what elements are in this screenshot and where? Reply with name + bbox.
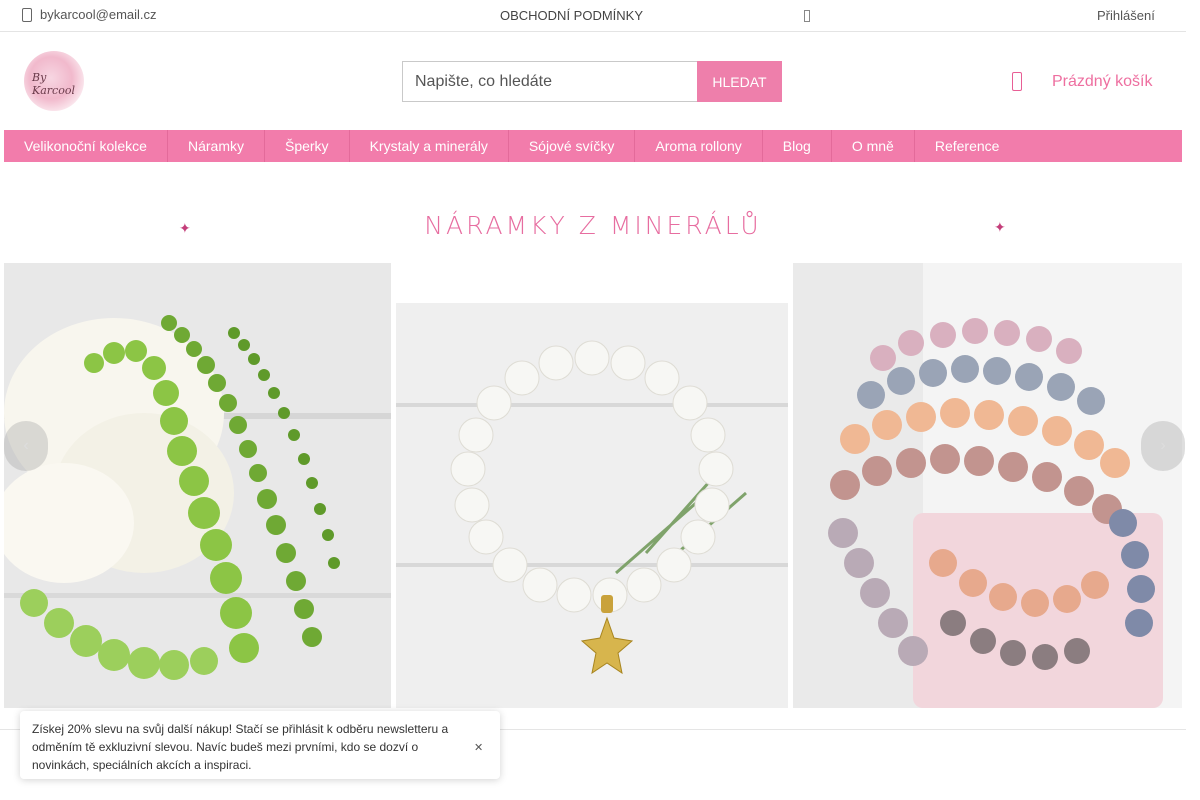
login-link[interactable]: Přihlášení — [1097, 8, 1155, 23]
site-logo[interactable]: By Karcool — [24, 51, 84, 111]
nav-item-sperky[interactable]: Šperky — [265, 130, 350, 162]
logo-text: By Karcool — [32, 71, 75, 97]
search-form: HLEDAT — [402, 61, 782, 102]
contact-email-text: bykarcool@email.cz — [40, 7, 157, 22]
chevron-left-icon: ‹ — [23, 437, 29, 454]
hero-banner: ✦ NÁRAMKY Z MINERÁLŮ ✦ ‹ › — [4, 183, 1185, 708]
newsletter-popup: Získej 20% slevu na svůj další nákup! St… — [20, 711, 500, 779]
main-nav: Velikonoční kolekce Náramky Šperky Kryst… — [4, 130, 1182, 162]
nav-item-krystaly[interactable]: Krystaly a minerály — [350, 130, 509, 162]
cart[interactable]: Prázdný košík — [1012, 72, 1152, 91]
carousel-prev-button[interactable]: ‹ — [4, 421, 48, 471]
close-icon[interactable]: ✕ — [474, 741, 483, 754]
nav-item-reference[interactable]: Reference — [915, 130, 1020, 162]
mixed-stone-bracelets-photo[interactable] — [793, 263, 1182, 708]
search-button[interactable]: HLEDAT — [697, 61, 782, 102]
white-moonstone-bracelet-photo[interactable] — [396, 263, 788, 708]
topbar-icon[interactable] — [804, 10, 810, 22]
newsletter-popup-text: Získej 20% slevu na svůj další nákup! St… — [32, 722, 449, 772]
nav-item-naramky[interactable]: Náramky — [168, 130, 265, 162]
nav-item-o-mne[interactable]: O mně — [832, 130, 915, 162]
nav-item-aroma-rollony[interactable]: Aroma rollony — [635, 130, 763, 162]
green-peridot-bracelets-photo[interactable] — [4, 263, 391, 708]
sparkle-icon: ✦ — [994, 219, 1006, 235]
terms-link[interactable]: OBCHODNÍ PODMÍNKY — [500, 8, 643, 23]
chevron-right-icon: › — [1160, 437, 1166, 454]
search-input[interactable] — [402, 61, 697, 102]
nav-item-svicky[interactable]: Sójové svíčky — [509, 130, 636, 162]
carousel-next-button[interactable]: › — [1141, 421, 1185, 471]
nav-item-velikonocni-kolekce[interactable]: Velikonoční kolekce — [4, 130, 168, 162]
nav-item-blog[interactable]: Blog — [763, 130, 832, 162]
cart-label: Prázdný košík — [1052, 72, 1153, 90]
cart-icon — [1012, 72, 1022, 91]
contact-email[interactable]: bykarcool@email.cz — [22, 7, 157, 22]
phone-icon — [22, 7, 32, 22]
top-bar: bykarcool@email.cz OBCHODNÍ PODMÍNKY Při… — [0, 0, 1186, 32]
